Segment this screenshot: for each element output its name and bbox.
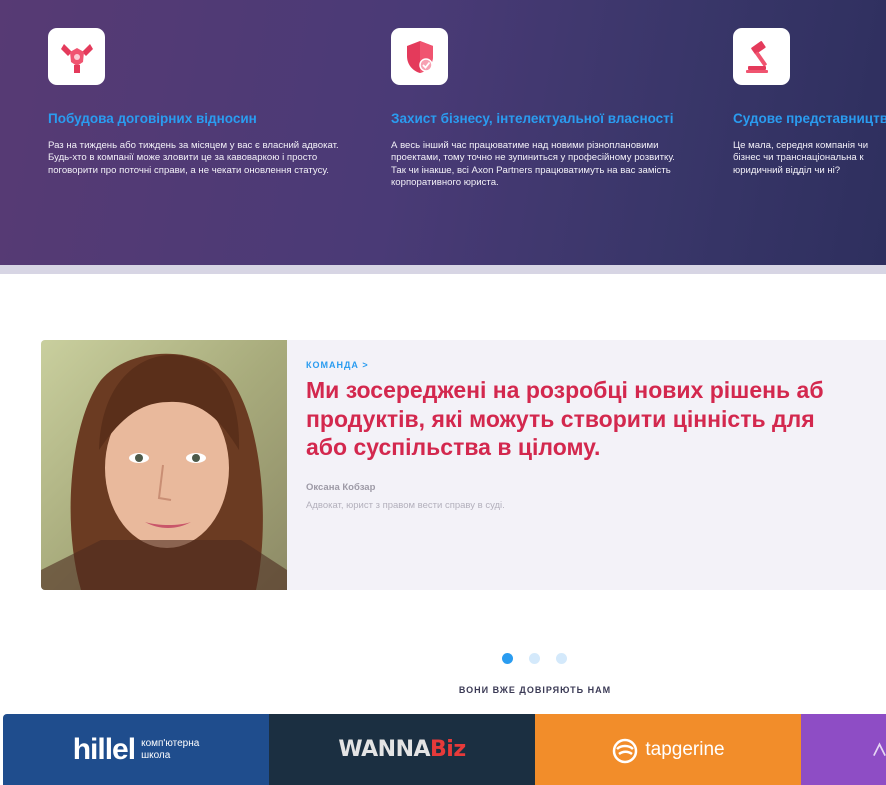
service-card-court: Судове представництво Це мала, середня к… xyxy=(733,28,886,177)
wannabiz-part: Biz xyxy=(430,737,466,762)
client-logo-hillel[interactable]: hillel комп'ютерна школа xyxy=(3,714,269,785)
carousel-dot-2[interactable] xyxy=(529,653,540,664)
service-title: Захист бізнесу, інтелектуальної власност… xyxy=(391,111,674,126)
carousel-dots xyxy=(502,653,567,664)
client-logo-wannabiz[interactable]: WANNABiz xyxy=(269,714,535,785)
carousel-dot-3[interactable] xyxy=(556,653,567,664)
author-role: Адвокат, юрист з правом вести справу в с… xyxy=(306,499,505,511)
author-photo xyxy=(41,340,287,590)
testimonial-card: КОМАНДА > Ми зосереджені на розробці нов… xyxy=(41,340,886,590)
author-name: Оксана Кобзар xyxy=(306,481,376,493)
team-link[interactable]: КОМАНДА > xyxy=(306,360,886,370)
testimonial-quote: Ми зосереджені на розробці нових рішень … xyxy=(306,376,886,462)
shield-check-icon xyxy=(406,40,433,73)
service-icon-box xyxy=(733,28,790,85)
wannabiz-part: WANNA xyxy=(338,737,431,762)
carousel-dot-1[interactable] xyxy=(502,653,513,664)
service-icon-box xyxy=(391,28,448,85)
client-logos: hillel комп'ютерна школа WANNABiz tapger… xyxy=(3,714,886,785)
quote-line: або суспільства в цілому. xyxy=(306,434,601,460)
gavel-icon xyxy=(745,40,768,73)
page: Побудова договірних відносин Раз на тижд… xyxy=(0,0,886,785)
service-title: Судове представництво xyxy=(733,111,886,126)
hillel-wordmark: hillel xyxy=(72,732,136,766)
hillel-sub-line: комп'ютерна xyxy=(141,737,200,749)
hillel-sub-line: школа xyxy=(141,749,171,761)
section-divider xyxy=(0,265,886,274)
service-icon-box xyxy=(48,28,105,85)
quote-line: продуктів, які можуть створити цінність … xyxy=(306,405,815,432)
testimonial-body: КОМАНДА > Ми зосереджені на розробці нов… xyxy=(306,360,886,511)
service-title: Побудова договірних відносин xyxy=(48,111,257,126)
client-logo-partial[interactable] xyxy=(801,714,886,785)
service-description: Це мала, середня компанія чи бізнес чи т… xyxy=(733,140,869,176)
hillel-subtitle: комп'ютерна школа xyxy=(141,738,199,762)
service-description: А весь інший час працюватиме над новими … xyxy=(391,140,675,189)
service-description: Раз на тиждень або тиждень за місяцем у … xyxy=(48,140,339,176)
quote-line: Ми зосереджені на розробці нових рішень … xyxy=(306,377,824,403)
services-section: Побудова договірних відносин Раз на тижд… xyxy=(0,0,886,265)
trust-heading: ВОНИ ВЖЕ ДОВІРЯЮТЬ НАМ xyxy=(458,685,612,695)
wannabiz-wordmark: WANNABiz xyxy=(338,737,466,762)
client-logo-tapgerine[interactable]: tapgerine xyxy=(535,714,801,785)
service-card-contracts: Побудова договірних відносин Раз на тижд… xyxy=(48,28,348,177)
service-card-protection: Захист бізнесу, інтелектуальної власност… xyxy=(391,28,691,190)
client-partial-icon xyxy=(873,741,886,756)
tapgerine-icon xyxy=(613,738,638,763)
handshake-icon xyxy=(60,43,93,73)
tapgerine-wordmark: tapgerine xyxy=(645,738,725,760)
